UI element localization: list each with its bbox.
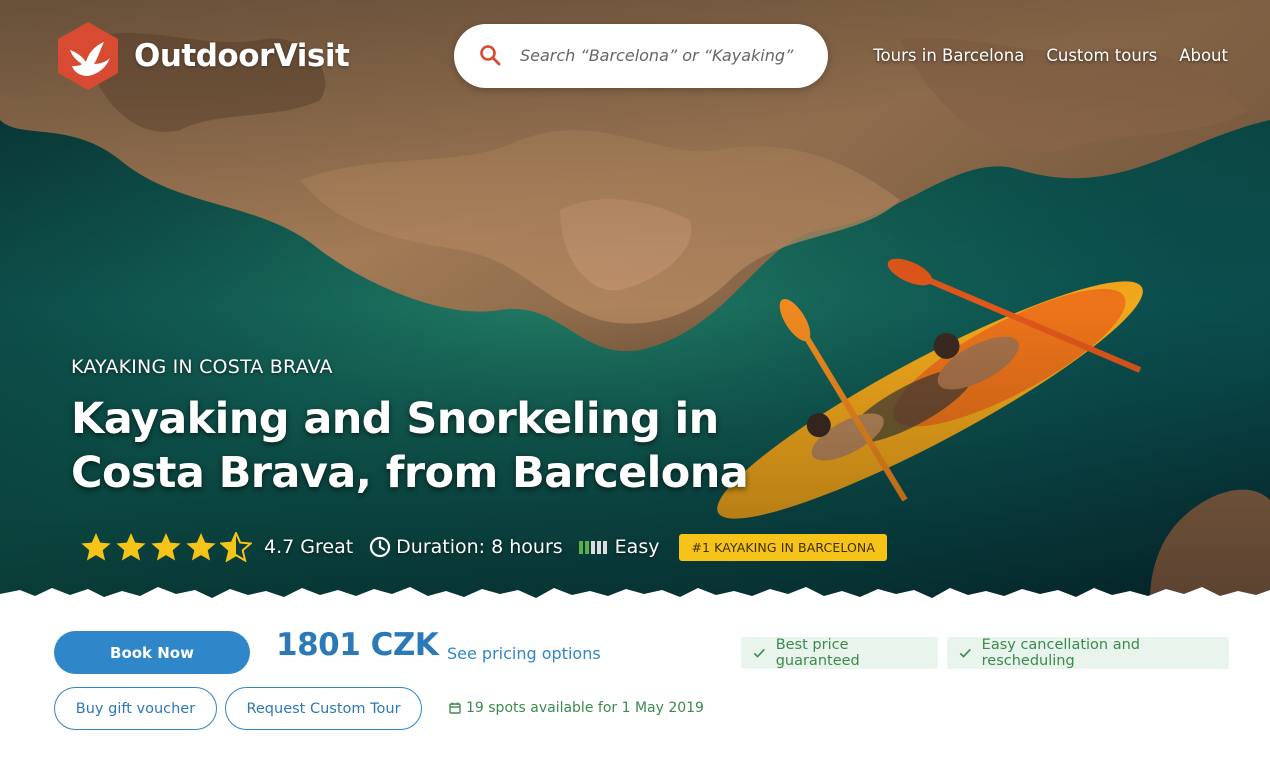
difficulty-bars-icon — [578, 540, 607, 554]
nav-tours-in-barcelona[interactable]: Tours in Barcelona — [873, 46, 1024, 65]
ranking-badge: #1 KAYAKING IN BARCELONA — [679, 533, 888, 561]
price: 1801 CZK — [276, 627, 439, 663]
star-icon — [116, 533, 146, 561]
page-title: Kayaking and Snorkeling in Costa Brava, … — [71, 394, 749, 498]
torn-paper-edge — [0, 587, 1270, 610]
star-icon — [186, 533, 216, 561]
clock-icon — [370, 536, 391, 558]
request-custom-tour-button[interactable]: Request Custom Tour — [225, 687, 422, 730]
rating-text: 4.7 Great — [264, 536, 354, 558]
nav-about[interactable]: About — [1179, 46, 1228, 65]
availability: 19 spots available for 1 May 2019 — [449, 700, 704, 716]
buy-gift-voucher-button[interactable]: Buy gift voucher — [54, 687, 217, 730]
star-icon — [81, 533, 111, 561]
brand-name: OutdoorVisit — [134, 38, 350, 74]
rating-stars — [80, 532, 252, 562]
star-icon — [151, 533, 181, 561]
tour-meta: 4.7 Great Duration: 8 hours Easy #1 KAYA… — [80, 530, 888, 564]
search-bar[interactable] — [454, 24, 828, 88]
see-pricing-link[interactable]: See pricing options — [447, 644, 601, 663]
perk-label: Easy cancellation and rescheduling — [981, 637, 1140, 669]
top-nav: Tours in Barcelona Custom tours About — [873, 46, 1228, 65]
check-icon — [753, 648, 765, 658]
brand-logo[interactable]: OutdoorVisit — [54, 20, 350, 92]
nav-custom-tours[interactable]: Custom tours — [1046, 46, 1157, 65]
calendar-icon — [449, 702, 461, 714]
availability-text: 19 spots available for 1 May 2019 — [466, 700, 704, 716]
search-input[interactable] — [520, 40, 810, 70]
logo-bird-icon — [58, 22, 118, 90]
difficulty-text: Easy — [614, 536, 660, 558]
check-icon — [959, 648, 971, 658]
tour-category: KAYAKING IN COSTA BRAVA — [71, 356, 333, 378]
half-star-icon — [220, 532, 252, 562]
book-now-button[interactable]: Book Now — [54, 631, 250, 674]
perk-best-price: Best price guaranteed — [741, 637, 938, 669]
hero: OutdoorVisit Tours in Barcelona Custom t… — [0, 0, 1270, 610]
duration-text: Duration: 8 hours — [396, 536, 563, 558]
perk-easy-cancellation: Easy cancellation and rescheduling — [947, 637, 1229, 669]
perk-label: Best price guaranteed — [775, 637, 860, 669]
search-icon — [480, 45, 501, 66]
